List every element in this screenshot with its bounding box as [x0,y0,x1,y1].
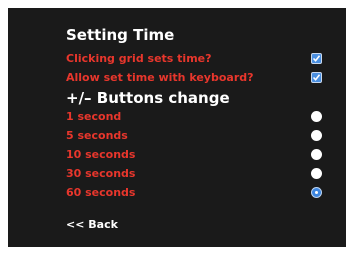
buttons-change-heading: +/– Buttons change [66,89,230,107]
option-label-grid-sets-time: Clicking grid sets time? [66,52,212,65]
interval-label-30-seconds: 30 seconds [66,167,136,180]
checkbox-keyboard-set-time[interactable] [311,72,322,83]
radio-60-seconds[interactable] [311,187,322,198]
page-title: Setting Time [66,26,175,44]
interval-label-60-seconds: 60 seconds [66,186,136,199]
radio-1-second[interactable] [311,111,322,122]
radio-5-seconds[interactable] [311,130,322,141]
interval-label-1-second: 1 second [66,110,122,123]
checkmark-icon [312,74,321,81]
interval-label-10-seconds: 10 seconds [66,148,136,161]
settings-panel: Setting Time Clicking grid sets time? Al… [8,8,346,247]
checkmark-icon [312,55,321,62]
checkbox-grid-sets-time[interactable] [311,53,322,64]
interval-label-5-seconds: 5 seconds [66,129,128,142]
radio-30-seconds[interactable] [311,168,322,179]
option-label-keyboard-set-time: Allow set time with keyboard? [66,71,254,84]
radio-10-seconds[interactable] [311,149,322,160]
back-link[interactable]: << Back [66,218,118,231]
